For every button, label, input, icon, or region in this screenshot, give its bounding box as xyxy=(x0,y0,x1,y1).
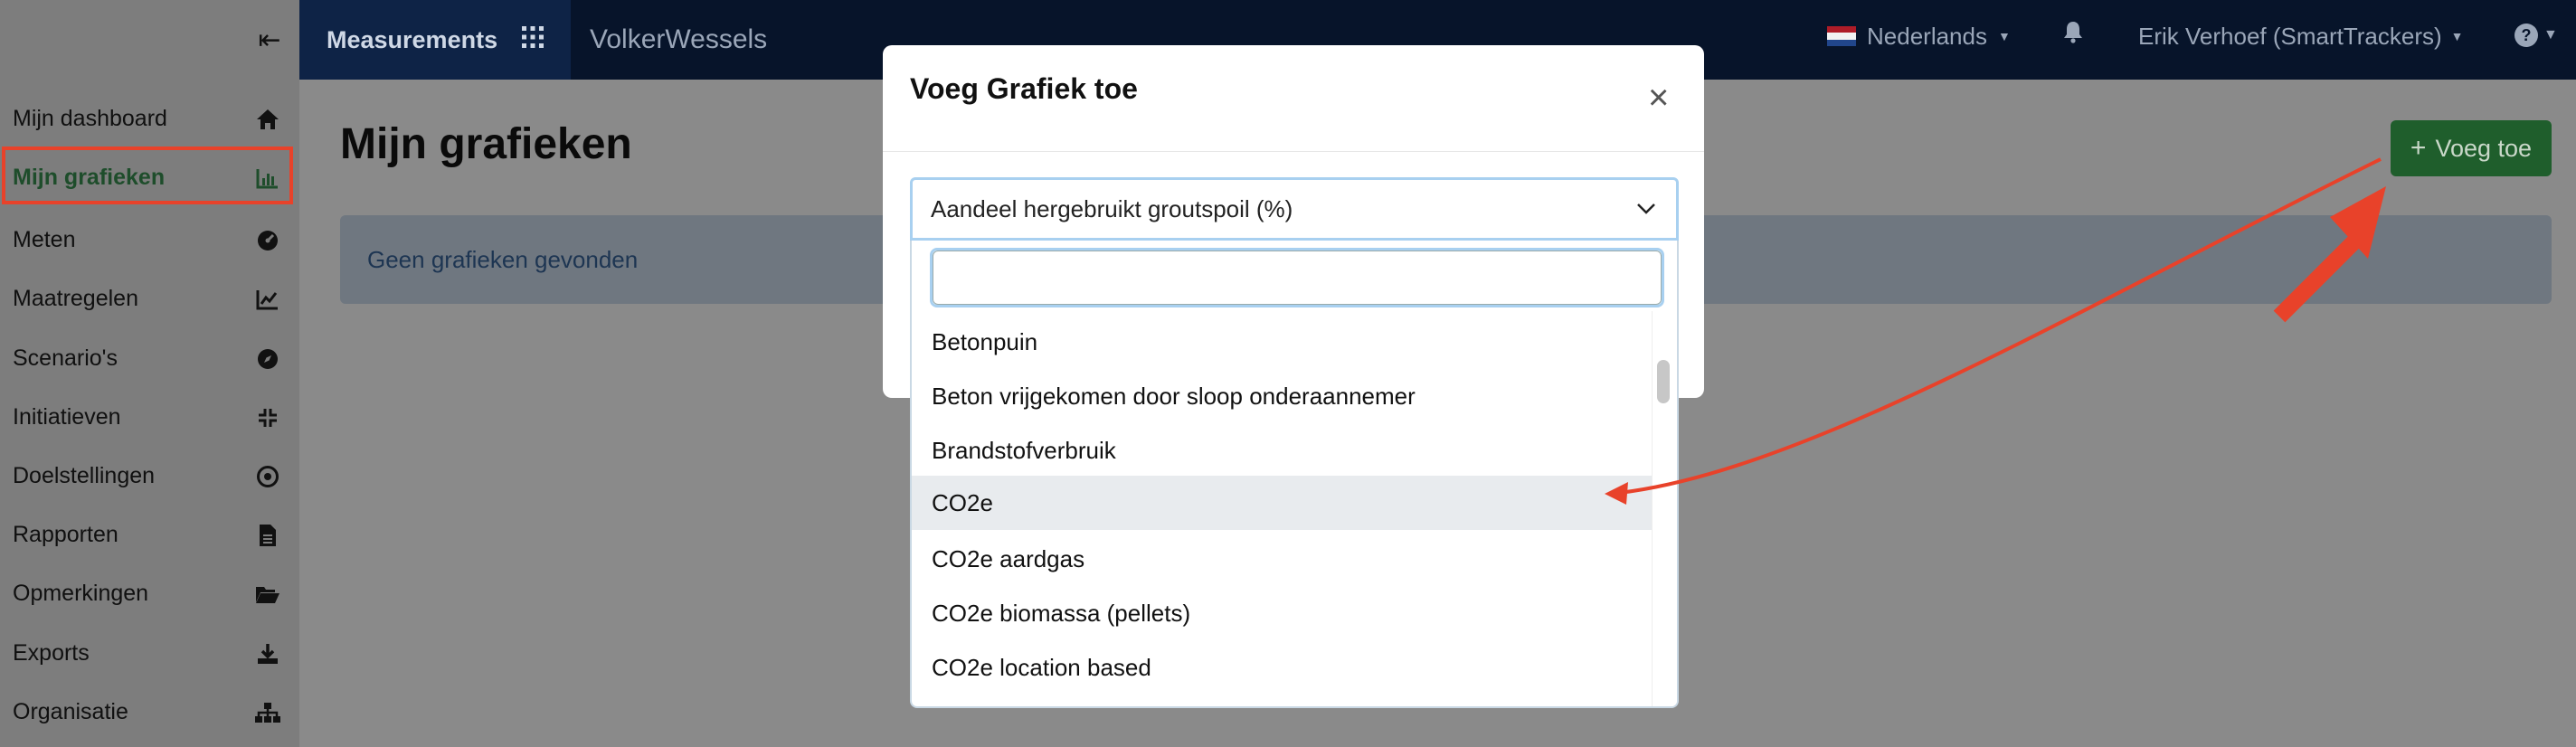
add-chart-button[interactable]: + Voeg toe xyxy=(2391,120,2552,176)
sitemap-icon xyxy=(254,699,281,726)
dropdown-option[interactable]: Betonpuin xyxy=(912,315,1652,369)
dropdown-option[interactable]: CO2e location based xyxy=(912,640,1652,695)
company-name[interactable]: VolkerWessels xyxy=(590,0,767,80)
sidebar-item-rapporten[interactable]: Rapporten xyxy=(0,506,299,564)
sidebar-item-exports[interactable]: Exports xyxy=(0,624,299,683)
sidebar-item-scenarios[interactable]: Scenario's xyxy=(0,329,299,388)
file-icon xyxy=(254,522,281,549)
dropdown-option-hovered[interactable]: CO2e xyxy=(912,476,1652,530)
sidebar-item-label: Doelstellingen xyxy=(13,463,156,488)
sidebar-item-meten[interactable]: Meten xyxy=(0,211,299,269)
compress-icon xyxy=(254,404,281,431)
language-label: Nederlands xyxy=(1867,22,1987,50)
sidebar: ⇤ Mijn dashboard Mijn grafieken Meten Ma… xyxy=(0,0,299,747)
download-icon xyxy=(254,640,281,667)
dropdown-search-field[interactable] xyxy=(930,248,1664,307)
empty-message: Geen grafieken gevonden xyxy=(367,245,639,273)
sidebar-item-label: Organisatie xyxy=(13,699,128,724)
dropdown-option[interactable]: Brandstofverbruik xyxy=(912,423,1652,478)
caret-down-icon: ▼ xyxy=(2450,29,2464,43)
gauge-icon xyxy=(254,227,281,254)
dropdown-search-input[interactable] xyxy=(933,251,1662,305)
target-icon xyxy=(254,463,281,490)
compass-icon xyxy=(254,345,281,373)
collapse-sidebar-icon[interactable]: ⇤ xyxy=(251,22,288,58)
sidebar-item-label: Rapporten xyxy=(13,522,118,547)
caret-down-icon[interactable]: ▼ xyxy=(2543,27,2558,43)
folder-open-icon xyxy=(254,581,281,608)
apps-grid-icon[interactable] xyxy=(521,25,545,55)
sidebar-item-doelstellingen[interactable]: Doelstellingen xyxy=(0,447,299,506)
dropdown-option[interactable]: CO2e aardgas xyxy=(912,532,1652,586)
app-title: Measurements xyxy=(327,25,498,53)
user-name: Erik Verhoef (SmartTrackers) xyxy=(2138,22,2442,50)
sidebar-item-label: Exports xyxy=(13,640,90,666)
close-icon[interactable]: × xyxy=(1648,80,1669,116)
sidebar-item-opmerkingen[interactable]: Opmerkingen xyxy=(0,564,299,623)
dropdown-scrollbar-thumb[interactable] xyxy=(1657,360,1670,403)
sidebar-item-label: Initiatieven xyxy=(13,404,121,430)
help-icon[interactable]: ? xyxy=(2514,24,2538,47)
sidebar-item-label: Maatregelen xyxy=(13,286,138,311)
modal-title: Voeg Grafiek toe xyxy=(910,72,1138,105)
chevron-down-icon xyxy=(1636,196,1656,222)
sidebar-item-label: Opmerkingen xyxy=(13,581,149,606)
page-title: Mijn grafieken xyxy=(340,120,632,168)
sidebar-item-maatregelen[interactable]: Maatregelen xyxy=(0,269,299,328)
bell-icon[interactable] xyxy=(2062,20,2084,50)
sidebar-item-label: Mijn dashboard xyxy=(13,106,167,131)
sidebar-item-mijn-dashboard[interactable]: Mijn dashboard xyxy=(0,90,299,148)
sidebar-item-initiatieven[interactable]: Initiatieven xyxy=(0,388,299,447)
home-icon xyxy=(254,106,281,133)
select-dropdown: Betonpuin Beton vrijgekomen door sloop o… xyxy=(910,241,1679,708)
dropdown-option[interactable]: CO2e biomassa (pellets) xyxy=(912,586,1652,640)
line-chart-icon xyxy=(254,286,281,313)
sidebar-item-organisatie[interactable]: Organisatie xyxy=(0,683,299,742)
dutch-flag-icon xyxy=(1827,26,1856,46)
select-value: Aandeel hergebruikt groutspoil (%) xyxy=(931,194,1293,222)
highlight-annotation xyxy=(2,147,293,204)
modal-header: Voeg Grafiek toe × xyxy=(883,45,1704,152)
add-button-label: Voeg toe xyxy=(2435,134,2533,162)
sidebar-item-label: Meten xyxy=(13,227,76,252)
chart-type-select[interactable]: Aandeel hergebruikt groutspoil (%) xyxy=(910,177,1679,241)
sidebar-item-label: Scenario's xyxy=(13,345,118,371)
language-selector[interactable]: Nederlands ▼ xyxy=(1827,0,2011,72)
dropdown-option[interactable]: Beton vrijgekomen door sloop onderaannem… xyxy=(912,369,1652,423)
curved-arrow-line xyxy=(1618,157,2382,495)
app-brand[interactable]: Measurements xyxy=(299,0,571,80)
caret-down-icon: ▼ xyxy=(1997,29,2011,43)
plus-icon: + xyxy=(2410,133,2427,163)
user-menu[interactable]: Erik Verhoef (SmartTrackers) ▼ xyxy=(2138,0,2464,72)
